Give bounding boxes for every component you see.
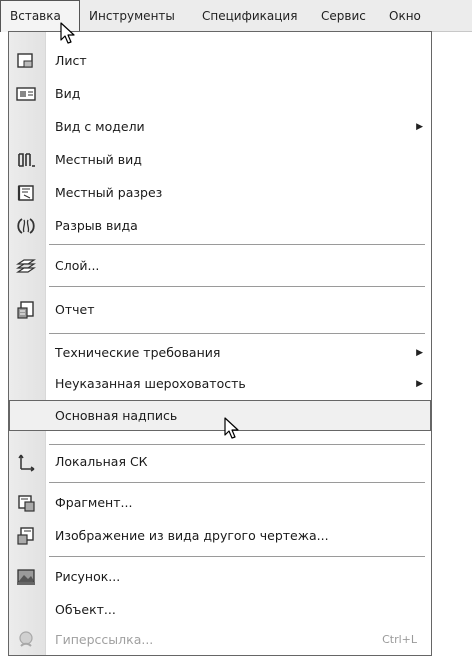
menu-item-label: Технические требования [55,345,221,360]
menu-item-technical-requirements[interactable]: Технические требования ▶ [9,337,431,368]
menu-service[interactable]: Сервис [312,0,380,32]
menu-item-view-from-model[interactable]: Вид с модели ▶ [9,111,431,142]
menu-window[interactable]: Окно [380,0,430,32]
menu-item-label: Неуказанная шероховатость [55,376,246,391]
menu-item-view-break[interactable]: Разрыв вида [9,210,431,241]
layer-icon [16,259,36,273]
sheet-icon [17,53,33,68]
menu-separator [49,286,425,287]
local-view-icon [18,153,35,167]
shortcut-label: Ctrl+L [382,633,417,646]
menu-item-local-cs[interactable]: Локальная СК [9,446,431,477]
menu-item-label: Лист [55,53,87,68]
picture-icon [17,569,35,585]
menu-item-label: Разрыв вида [55,218,138,233]
view-icon [16,87,36,101]
menu-item-fragment[interactable]: Фрагмент... [9,487,431,518]
menu-tools[interactable]: Инструменты [80,0,193,32]
menu-item-picture[interactable]: Рисунок... [9,561,431,592]
menu-item-report[interactable]: Отчет [9,294,431,325]
local-section-icon [17,185,34,201]
submenu-arrow-icon: ▶ [416,378,423,389]
menu-item-label: Отчет [55,302,95,317]
mouse-cursor-icon [224,417,239,439]
image-from-view-icon [17,527,34,545]
menu-item-label: Локальная СК [55,454,148,469]
menu-item-label: Местный вид [55,152,142,167]
menu-item-label: Гиперссылка... [55,632,154,647]
report-icon [17,301,34,319]
view-break-icon [17,218,35,234]
fragment-icon [18,495,35,512]
hyperlink-icon [19,631,33,647]
menu-separator [49,482,425,483]
menu-separator [49,333,425,334]
menu-specification[interactable]: Спецификация [193,0,312,32]
menu-separator [49,444,425,445]
submenu-arrow-icon: ▶ [416,121,423,132]
menu-item-layer[interactable]: Слой... [9,250,431,281]
menu-item-label: Рисунок... [55,569,121,584]
menu-item-label: Вид [55,86,81,101]
menu-item-label: Изображение из вида другого чертежа... [55,528,329,543]
menu-item-unspecified-roughness[interactable]: Неуказанная шероховатость ▶ [9,368,431,399]
menu-separator [49,556,425,557]
menu-item-object[interactable]: Объект... [9,594,431,625]
menu-item-hyperlink: Гиперссылка... Ctrl+L [9,624,431,655]
menu-item-local-section[interactable]: Местный разрез [9,177,431,208]
menu-item-image-from-view[interactable]: Изображение из вида другого чертежа... [9,520,431,551]
menu-item-label: Фрагмент... [55,495,133,510]
menu-separator [49,244,425,245]
menu-item-label: Вид с модели [55,119,145,134]
menu-item-title-block[interactable]: Основная надпись [9,400,431,431]
local-cs-icon [18,454,35,472]
menu-item-local-view[interactable]: Местный вид [9,144,431,175]
menu-item-label: Объект... [55,602,116,617]
menu-item-label: Местный разрез [55,185,163,200]
menu-item-sheet[interactable]: Лист [9,45,431,76]
menu-item-view[interactable]: Вид [9,78,431,109]
insert-dropdown-menu: Лист Вид Вид с модели ▶ Местный вид Мест [8,31,432,656]
submenu-arrow-icon: ▶ [416,347,423,358]
menu-item-label: Слой... [55,258,100,273]
menu-item-label: Основная надпись [55,408,178,423]
mouse-cursor-icon [60,22,75,44]
